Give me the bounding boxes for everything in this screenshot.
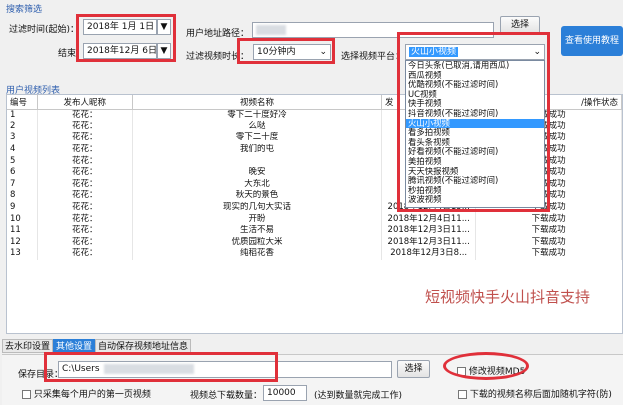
filter-section-title: 搜索筛选 bbox=[6, 5, 43, 15]
row-author: 花花： bbox=[37, 224, 133, 237]
total-count-note: (达到数量就完成工作) bbox=[314, 391, 403, 401]
row-author: 花花： bbox=[37, 155, 133, 167]
table-row[interactable]: 11 花花： 生活不易 2018年12月3日11... 下载成功 bbox=[7, 224, 622, 237]
row-id: 10 bbox=[7, 213, 38, 225]
row-id: 5 bbox=[7, 155, 38, 167]
row-id: 1 bbox=[7, 109, 38, 121]
row-author: 花花： bbox=[37, 143, 133, 156]
row-status: 下载成功 bbox=[475, 213, 622, 225]
row-id: 3 bbox=[7, 132, 38, 144]
help-tutorial-button[interactable]: 查看使用教程 bbox=[561, 26, 623, 56]
row-author: 花花： bbox=[37, 190, 133, 202]
row-status: 下载成功 bbox=[475, 248, 622, 260]
row-status: 下载成功 bbox=[475, 236, 622, 249]
row-id: 8 bbox=[7, 190, 38, 202]
row-name: 纯稻花香 bbox=[132, 248, 382, 260]
column-header-author[interactable]: 发布人昵称 bbox=[37, 95, 133, 110]
row-id: 9 bbox=[7, 201, 38, 214]
row-author: 花花： bbox=[37, 178, 133, 191]
rename-option[interactable]: 下载的视频名称后面加随机字符(防) bbox=[458, 387, 612, 400]
row-id: 7 bbox=[7, 178, 38, 191]
row-id: 4 bbox=[7, 143, 38, 156]
platform-highlight-box bbox=[397, 32, 550, 212]
row-author: 花花： bbox=[37, 236, 133, 249]
rename-checkbox[interactable] bbox=[458, 390, 467, 399]
row-name: 大东北 bbox=[132, 178, 382, 191]
date-highlight-box bbox=[76, 14, 176, 62]
md5-highlight-oval bbox=[443, 352, 529, 380]
table-row[interactable]: 10 花花： 开盼 2018年12月4日11... 下载成功 bbox=[7, 213, 622, 225]
row-date: 2018年12月4日11... bbox=[381, 213, 477, 225]
row-author: 花花： bbox=[37, 166, 133, 179]
row-status: 下载成功 bbox=[475, 224, 622, 237]
row-date: 2018年12月3日8... bbox=[381, 248, 477, 260]
total-count-input[interactable]: 10000 bbox=[263, 385, 307, 401]
row-date: 2018年12月3日11... bbox=[381, 236, 477, 249]
tab-watermark[interactable]: 去水印设置 bbox=[2, 339, 54, 353]
row-id: 6 bbox=[7, 166, 38, 179]
row-name: 开盼 bbox=[132, 213, 382, 225]
row-author: 花花： bbox=[37, 213, 133, 225]
tab-other-settings[interactable]: 其他设置 bbox=[53, 339, 96, 353]
duration-highlight-box bbox=[237, 38, 335, 64]
row-id: 13 bbox=[7, 248, 38, 260]
row-name: 零下二十度 bbox=[132, 132, 382, 144]
table-row[interactable]: 12 花花： 优质园粒大米 2018年12月3日11... 下载成功 bbox=[7, 236, 622, 249]
row-name: 生活不易 bbox=[132, 224, 382, 237]
first-page-checkbox[interactable] bbox=[22, 390, 31, 399]
row-name: 秋天的景色 bbox=[132, 190, 382, 202]
row-id: 12 bbox=[7, 236, 38, 249]
tab-auto-save[interactable]: 自动保存视频地址信息 bbox=[95, 339, 192, 353]
first-page-option[interactable]: 只采集每个用户的第一页视频 bbox=[22, 387, 151, 400]
column-header-id[interactable]: 编号 bbox=[7, 95, 38, 110]
row-author: 花花： bbox=[37, 109, 133, 121]
row-author: 花花： bbox=[37, 120, 133, 133]
row-name: 晚安 bbox=[132, 166, 382, 179]
first-page-label: 只采集每个用户的第一页视频 bbox=[33, 390, 151, 400]
rename-label: 下载的视频名称后面加随机字符(防) bbox=[469, 390, 612, 400]
row-id: 2 bbox=[7, 120, 38, 133]
row-id: 11 bbox=[7, 224, 38, 237]
row-name bbox=[132, 155, 382, 167]
row-name: 零下二十度好冷 bbox=[132, 109, 382, 121]
row-author: 花花： bbox=[37, 201, 133, 214]
start-date-label: 过滤时间(起始)： bbox=[9, 25, 80, 35]
row-name: 么哒 bbox=[132, 120, 382, 133]
row-name: 我们的屯 bbox=[132, 143, 382, 156]
settings-tabs: 去水印设置 其他设置 自动保存视频地址信息 bbox=[2, 339, 192, 353]
column-header-name[interactable]: 视频名称 bbox=[132, 95, 382, 110]
save-dir-highlight-box bbox=[44, 352, 278, 382]
save-dir-select-button[interactable]: 选择 bbox=[397, 360, 430, 378]
platform-label: 选择视频平台： bbox=[341, 52, 405, 62]
redacted-url bbox=[256, 25, 286, 35]
overlay-caption: 短视频快手火山抖音支持 bbox=[425, 288, 591, 306]
row-name: 现实的几句大实话 bbox=[132, 201, 382, 214]
table-row[interactable]: 13 花花： 纯稻花香 2018年12月3日8... 下载成功 bbox=[7, 248, 622, 260]
row-date: 2018年12月3日11... bbox=[381, 224, 477, 237]
row-author: 花花： bbox=[37, 248, 133, 260]
row-name: 优质园粒大米 bbox=[132, 236, 382, 249]
row-author: 花花： bbox=[37, 132, 133, 144]
total-count-label: 视频总下载数量： bbox=[190, 391, 263, 401]
